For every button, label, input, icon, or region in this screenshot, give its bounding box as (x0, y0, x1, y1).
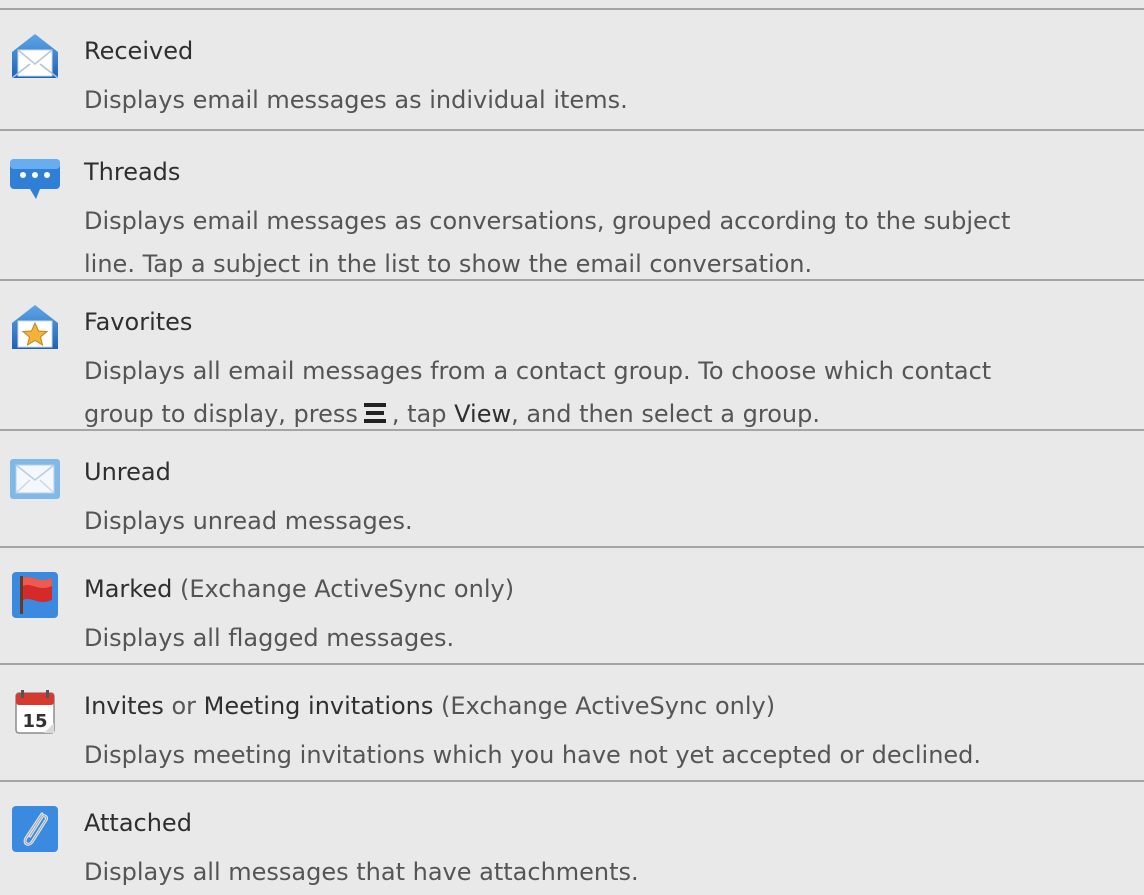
description-text: , and then select a group. (511, 400, 820, 428)
description-invites: Displays meeting invitations which you h… (84, 734, 1144, 777)
description-line: Displays all flagged messages. (84, 624, 455, 652)
menu-icon (362, 401, 388, 425)
favorites-star-mail-icon (6, 299, 64, 357)
received-mail-icon (6, 28, 64, 86)
red-flag-icon (6, 566, 64, 624)
title-unread: Unread (84, 458, 171, 486)
marked-keyword: Marked (84, 575, 173, 603)
unread-envelope-icon (6, 449, 64, 507)
description-line: Displays meeting invitations which you h… (84, 741, 982, 769)
view-keyword: View (454, 400, 512, 428)
divider (0, 8, 1144, 10)
description-line: Displays email messages as conversations… (84, 207, 1011, 235)
description-text: , tap (391, 400, 447, 428)
description-line: Displays all messages that have attachme… (84, 858, 639, 886)
title-received: Received (84, 37, 194, 65)
description-favorites: Displays all email messages from a conta… (84, 350, 1144, 436)
mail-view-list: Received Displays email messages as indi… (0, 0, 1144, 895)
description-line: Displays all email messages from a conta… (84, 357, 992, 385)
title-attached: Attached (84, 809, 192, 837)
divider (0, 279, 1144, 281)
divider (0, 780, 1144, 782)
title-marked: Marked (Exchange ActiveSync only) (84, 571, 514, 607)
title-suffix: (Exchange ActiveSync only) (433, 692, 776, 720)
title-connector: or (163, 692, 204, 720)
title-threads: Threads (84, 158, 181, 186)
meeting-invitations-keyword: Meeting invitations (203, 692, 434, 720)
description-attached: Displays all messages that have attachme… (84, 851, 1144, 894)
divider (0, 129, 1144, 131)
divider (0, 429, 1144, 431)
description-marked: Displays all flagged messages. (84, 617, 1144, 660)
description-received: Displays email messages as individual it… (84, 79, 1144, 122)
description-text: group to display, press (84, 400, 358, 428)
calendar-day-number: 15 (22, 711, 47, 732)
calendar-icon: 15 (6, 683, 64, 741)
description-unread: Displays unread messages. (84, 500, 1144, 543)
description-threads: Displays email messages as conversations… (84, 200, 1144, 286)
divider (0, 663, 1144, 665)
description-line: Displays email messages as individual it… (84, 86, 628, 114)
description-line: Displays unread messages. (84, 507, 413, 535)
title-favorites: Favorites (84, 308, 193, 336)
divider (0, 546, 1144, 548)
title-suffix: (Exchange ActiveSync only) (172, 575, 515, 603)
paperclip-icon (6, 800, 64, 858)
invites-keyword: Invites (84, 692, 164, 720)
title-invites: Invites or Meeting invitations (Exchange… (84, 688, 775, 724)
threads-speech-bubble-icon (6, 149, 64, 207)
